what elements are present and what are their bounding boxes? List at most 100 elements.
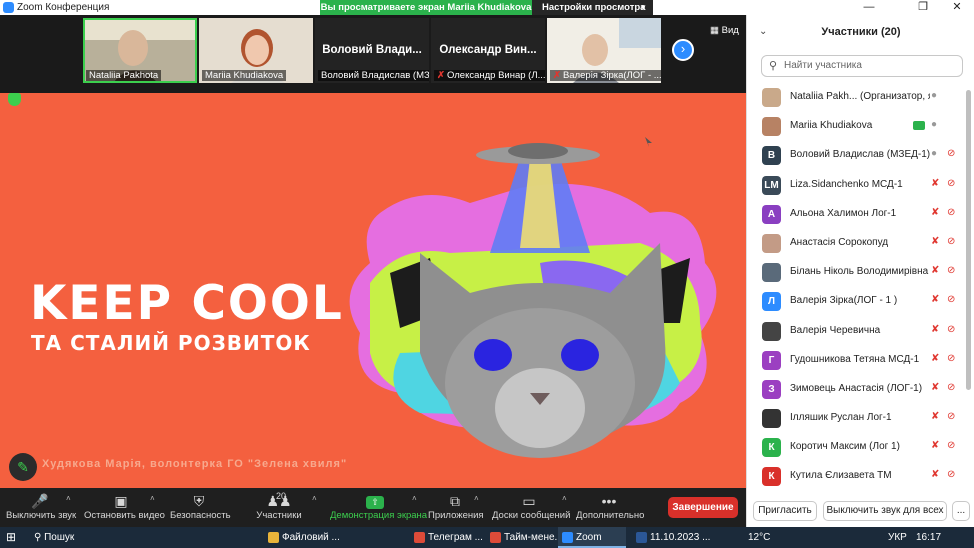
view-button[interactable]: ▦ Вид bbox=[710, 25, 739, 36]
participants-button[interactable]: ♟♟ 20 Участники ˄ bbox=[256, 491, 316, 521]
camera-off-icon[interactable]: ⊘ bbox=[947, 178, 955, 189]
microphone-icon[interactable]: ● bbox=[931, 148, 937, 159]
mic-off-icon[interactable]: ✘ bbox=[931, 178, 939, 189]
camera-off-icon[interactable]: ⊘ bbox=[947, 353, 955, 364]
whiteboard-button[interactable]: ▭ Доски сообщений ˄ bbox=[492, 492, 570, 521]
participant-row[interactable]: Білань Ніколь Володимирівна ... ✘ ⊘ bbox=[747, 258, 965, 287]
avatar bbox=[762, 409, 781, 429]
scrollbar[interactable] bbox=[966, 90, 971, 390]
ellipsis-icon: ••• bbox=[601, 493, 617, 509]
end-meeting-button[interactable]: Завершение bbox=[668, 497, 738, 518]
app-icon bbox=[636, 531, 647, 543]
mic-off-icon[interactable]: ✘ bbox=[931, 440, 939, 451]
participant-row[interactable]: Валерія Черевична ✘ ⊘ bbox=[747, 317, 965, 346]
mic-off-icon[interactable]: ✘ bbox=[931, 294, 939, 305]
camera-off-icon[interactable]: ⊘ bbox=[947, 236, 955, 247]
participant-name: Зимовець Анастасія (ЛОГ-1) bbox=[790, 382, 923, 394]
camera-off-icon[interactable]: ⊘ bbox=[947, 411, 955, 422]
share-screen-icon: ⇧ bbox=[366, 495, 384, 509]
participants-count: 20 bbox=[276, 491, 287, 501]
participant-row[interactable]: LM Liza.Sidanchenko МСД-1 ✘ ⊘ bbox=[747, 171, 965, 200]
participant-row[interactable]: К Кутила Єлизавета ТМ ✘ ⊘ bbox=[747, 462, 965, 491]
invite-button[interactable]: Пригласить bbox=[753, 501, 817, 521]
participant-row[interactable]: В Воловий Владислав (МЗЕД-1) ● ⊘ bbox=[747, 141, 965, 170]
mic-off-icon[interactable]: ✘ bbox=[931, 469, 939, 480]
apps-button[interactable]: ⧉ Приложения ˄ bbox=[428, 492, 484, 521]
stop-video-button[interactable]: ▣ Остановить видео ˄ bbox=[84, 492, 165, 521]
camera-off-icon[interactable]: ⊘ bbox=[947, 324, 955, 335]
close-icon[interactable]: ✕ bbox=[942, 0, 972, 15]
camera-off-icon[interactable]: ⊘ bbox=[947, 294, 955, 305]
windows-start-icon[interactable]: ⊞ bbox=[6, 527, 16, 548]
share-screen-button[interactable]: ⇧ Демонстрация экрана ˄ bbox=[330, 492, 427, 521]
caret-up-icon[interactable]: ˄ bbox=[150, 494, 155, 503]
panel-header: ⌄ Участники (20) bbox=[747, 15, 974, 50]
mic-off-icon: ✗ bbox=[553, 70, 561, 81]
camera-off-icon[interactable]: ⊘ bbox=[947, 265, 955, 276]
more-button[interactable]: ••• Дополнительно bbox=[576, 492, 644, 521]
view-settings-button[interactable]: Настройки просмотра ▼ bbox=[532, 0, 653, 15]
participant-row[interactable]: Nataliia Pakh... (Организатор, я) ● bbox=[747, 83, 965, 112]
video-tile[interactable]: Nataliia Pakhota bbox=[83, 18, 197, 83]
mute-button[interactable]: 🎤 Выключить звук ˄ bbox=[6, 492, 76, 521]
camera-off-icon[interactable]: ⊘ bbox=[947, 382, 955, 393]
apps-label: Приложения bbox=[428, 510, 484, 521]
mic-off-icon[interactable]: ✘ bbox=[931, 236, 939, 247]
caret-up-icon[interactable]: ˄ bbox=[562, 494, 567, 503]
security-button[interactable]: ⛨ Безопасность bbox=[170, 492, 231, 521]
video-tile[interactable]: Воловий Влади... Воловий Владислав (МЗЕ.… bbox=[315, 18, 429, 83]
participant-search-input[interactable]: ⚲ Найти участника bbox=[761, 55, 963, 77]
annotate-button[interactable]: ✎ bbox=[9, 453, 37, 481]
microphone-icon[interactable]: ● bbox=[931, 90, 937, 101]
shield-icon: ⛨ bbox=[193, 493, 205, 509]
video-tile[interactable]: ✗ Валерія Зірка(ЛОГ - ... bbox=[547, 18, 661, 83]
next-page-button[interactable]: › bbox=[672, 39, 694, 61]
taskbar-app[interactable]: Файловий ... bbox=[264, 527, 340, 548]
taskbar-app-label: Телеграм ... bbox=[428, 532, 483, 543]
microphone-icon[interactable]: ● bbox=[931, 119, 937, 130]
minimize-icon[interactable]: — bbox=[854, 0, 884, 15]
avatar: В bbox=[762, 146, 781, 166]
camera-off-icon[interactable]: ⊘ bbox=[947, 148, 955, 159]
clock[interactable]: 16:17 bbox=[916, 527, 941, 548]
camera-off-icon[interactable]: ⊘ bbox=[947, 440, 955, 451]
mic-off-icon[interactable]: ✘ bbox=[931, 411, 939, 422]
video-tile[interactable]: Mariia Khudiakova bbox=[199, 18, 313, 83]
participant-row[interactable]: Ілляшик Руслан Лог-1 ✘ ⊘ bbox=[747, 404, 965, 433]
taskbar-search[interactable]: ⚲ Пошук bbox=[34, 527, 74, 548]
panel-footer: Пригласить Выключить звук для всех ... bbox=[747, 497, 974, 527]
mic-off-icon[interactable]: ✘ bbox=[931, 207, 939, 218]
camera-off-icon[interactable]: ⊘ bbox=[947, 207, 955, 218]
camera-off-icon[interactable]: ⊘ bbox=[947, 469, 955, 480]
caret-up-icon[interactable]: ˄ bbox=[66, 494, 71, 503]
taskbar-app[interactable]: 11.10.2023 ... bbox=[632, 527, 710, 548]
participant-row[interactable]: Г Гудошникова Тетяна МСД-1 ✘ ⊘ bbox=[747, 346, 965, 375]
caret-up-icon[interactable]: ˄ bbox=[412, 494, 417, 503]
tile-label-text: Валерія Зірка(ЛОГ - ... bbox=[562, 70, 661, 81]
participant-row[interactable]: Mariia Khudiakova ● bbox=[747, 112, 965, 141]
caret-up-icon[interactable]: ˄ bbox=[474, 494, 479, 503]
view-settings-label: Настройки просмотра bbox=[542, 2, 646, 13]
maximize-icon[interactable]: ❐ bbox=[908, 0, 938, 15]
more-options-button[interactable]: ... bbox=[952, 501, 970, 521]
mic-off-icon[interactable]: ✘ bbox=[931, 382, 939, 393]
participant-row[interactable]: З Зимовець Анастасія (ЛОГ-1) ✘ ⊘ bbox=[747, 375, 965, 404]
participant-row[interactable]: Анастасія Сорокопуд ✘ ⊘ bbox=[747, 229, 965, 258]
weather-temp[interactable]: 12°C bbox=[748, 527, 770, 548]
taskbar-app[interactable]: Тайм-мене... bbox=[486, 527, 563, 548]
taskbar-app[interactable]: Zoom bbox=[558, 527, 626, 548]
video-tile[interactable]: Олександр Вин... ✗ Олександр Винар (Л... bbox=[431, 18, 545, 83]
participant-row[interactable]: А Альона Халимон Лог-1 ✘ ⊘ bbox=[747, 200, 965, 229]
tile-label: Mariia Khudiakova bbox=[202, 70, 287, 81]
language-indicator[interactable]: УКР bbox=[888, 527, 907, 548]
mic-off-icon[interactable]: ✘ bbox=[931, 265, 939, 276]
mute-all-button[interactable]: Выключить звук для всех bbox=[823, 501, 947, 521]
participant-row[interactable]: К Коротич Максим (Лог 1) ✘ ⊘ bbox=[747, 433, 965, 462]
mic-off-icon[interactable]: ✘ bbox=[931, 324, 939, 335]
caret-up-icon[interactable]: ˄ bbox=[312, 494, 317, 503]
taskbar-app[interactable]: Телеграм ... bbox=[410, 527, 483, 548]
participant-row[interactable]: Л Валерія Зірка(ЛОГ - 1 ) ✘ ⊘ bbox=[747, 287, 965, 316]
mic-off-icon[interactable]: ✘ bbox=[931, 353, 939, 364]
zoom-window: Zoom Конференция Вы просматриваете экран… bbox=[0, 0, 974, 548]
participant-name: Гудошникова Тетяна МСД-1 bbox=[790, 353, 920, 365]
